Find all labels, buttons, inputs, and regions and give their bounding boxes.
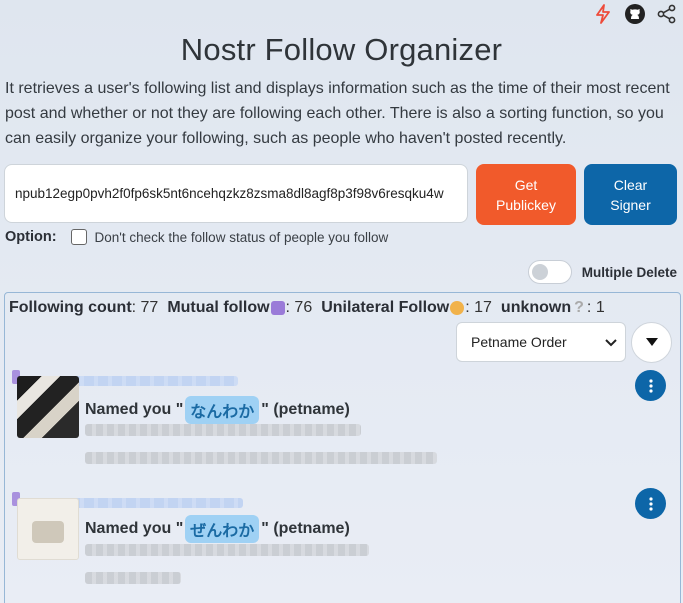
about-text [85,572,181,584]
more-vertical-icon [648,496,653,511]
unilateral-follow-value: : 17 [465,299,492,316]
petname-prefix: Named you " [85,401,184,418]
sort-order-value: Petname Order [471,334,567,350]
npub-input[interactable]: npub12egp0pvh2f0fp6sk5nt6ncehqzkz8zsma8d… [4,164,468,223]
mutual-follow-label: Mutual follow [167,299,270,316]
unilateral-follow-label: Unilateral Follow [321,299,450,316]
avatar[interactable] [17,376,79,438]
get-publickey-label: Get Publickey [496,176,556,213]
clear-signer-label: Clear Signer [610,176,651,213]
option-row: Option: Don't check the follow status of… [5,229,388,245]
unknown-label: unknown [500,299,572,316]
lightning-icon[interactable] [591,2,615,26]
latest-note-time [85,544,369,556]
chevron-down-icon [605,334,617,350]
unknown-value: : 1 [586,299,605,316]
github-icon[interactable] [623,2,647,26]
page-description: It retrieves a user's following list and… [5,80,670,147]
share-icon[interactable] [655,2,679,26]
page-title: Nostr Follow Organizer [180,32,503,67]
unilateral-follow-icon [450,301,465,315]
about-text [85,452,437,464]
mutual-follow-value: : 76 [285,299,313,316]
avatar[interactable] [17,498,79,560]
clear-signer-button[interactable]: Clear Signer [584,164,677,225]
skip-follow-check-label: Don't check the follow status of people … [94,229,389,245]
petname-line: Named you " ぜんわか " (petname) [85,515,350,543]
multiple-delete-toggle[interactable] [527,260,572,284]
follow-stats: Following count : 77 Mutual follow : 76 … [9,299,605,317]
card-menu-button[interactable] [635,488,666,519]
multiple-delete-row: Multiple Delete [527,260,677,284]
option-label: Option: [5,229,57,245]
following-count-label: Following count [9,299,132,316]
follow-card: Named you " なんわか " (petname) [12,370,676,482]
petname-suffix: " (petname) [261,520,350,537]
petname-chip: ぜんわか [185,515,260,543]
petname-prefix: Named you " [85,520,184,537]
caret-down-icon [645,334,659,352]
card-menu-button[interactable] [635,370,666,401]
petname-chip: なんわか [185,396,260,424]
unknown-icon: ? [574,299,584,316]
sort-direction-button[interactable] [631,322,672,363]
petname-line: Named you " なんわか " (petname) [85,396,350,424]
follow-card: Named you " ぜんわか " (petname) [12,488,676,600]
latest-note-time [85,424,361,436]
mutual-follow-icon [270,301,285,315]
skip-follow-check-checkbox[interactable] [70,229,87,245]
following-count-value: : 77 [131,299,159,316]
sort-order-select[interactable]: Petname Order [456,322,626,362]
more-vertical-icon [648,378,653,393]
get-publickey-button[interactable]: Get Publickey [476,164,576,225]
npub-value: npub12egp0pvh2f0fp6sk5nt6ncehqzkz8zsma8d… [15,186,444,201]
petname-suffix: " (petname) [261,401,350,418]
top-icons [591,2,679,26]
multiple-delete-label: Multiple Delete [581,264,677,280]
